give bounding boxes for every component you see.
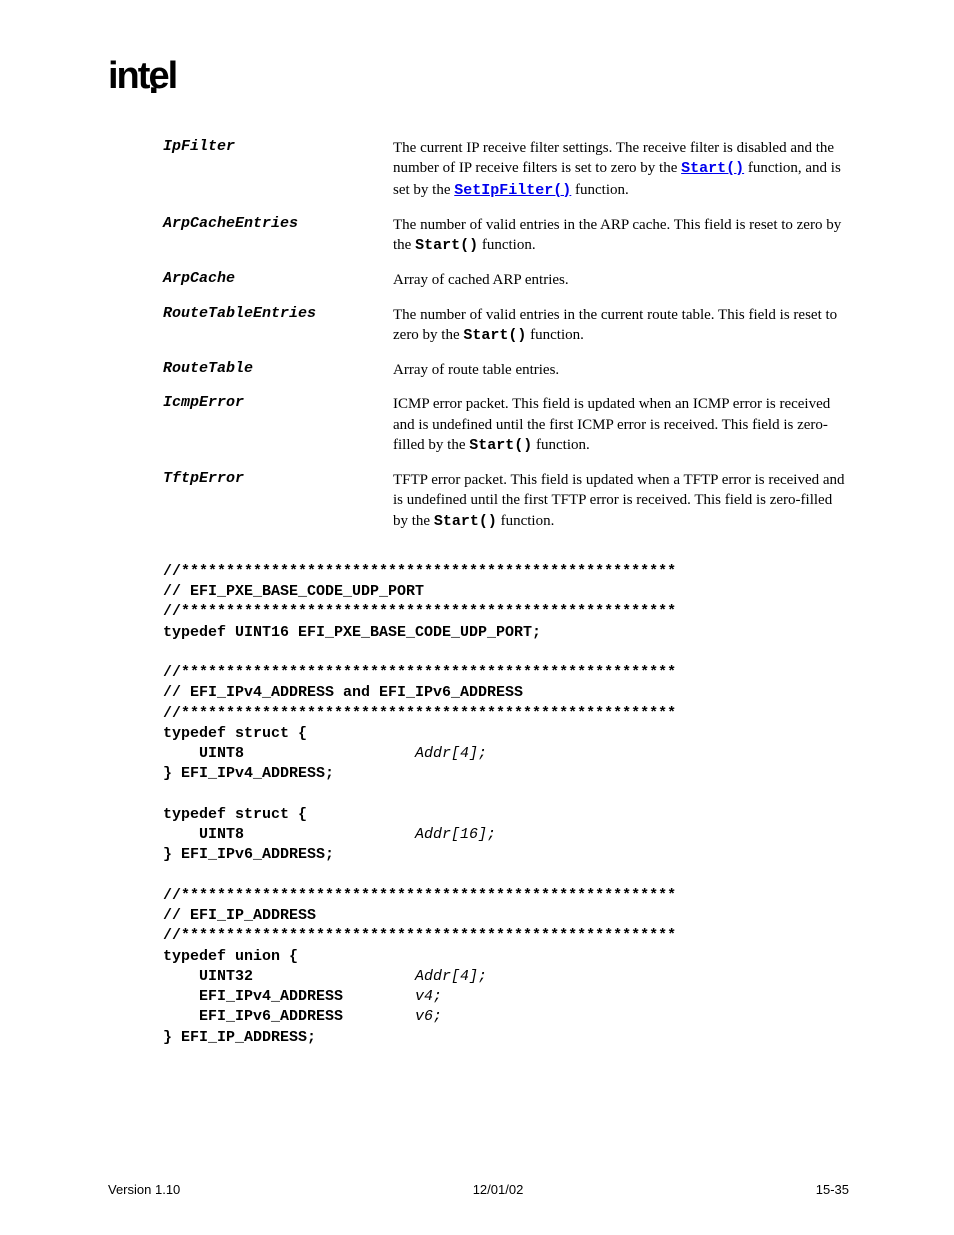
- footer-page: 15-35: [816, 1182, 849, 1197]
- def-row: TftpError TFTP error packet. This field …: [163, 470, 849, 532]
- def-term: TftpError: [163, 470, 393, 532]
- intel-logo: inte.l: [108, 55, 849, 98]
- def-row: RouteTable Array of route table entries.: [163, 360, 849, 380]
- def-row: ArpCacheEntries The number of valid entr…: [163, 215, 849, 257]
- def-term: IpFilter: [163, 138, 393, 201]
- page-footer: Version 1.10 12/01/02 15-35: [108, 1182, 849, 1197]
- def-desc: The number of valid entries in the curre…: [393, 305, 849, 347]
- code-block: //**************************************…: [163, 562, 849, 1048]
- def-row: ArpCache Array of cached ARP entries.: [163, 270, 849, 290]
- def-term: IcmpError: [163, 394, 393, 456]
- def-row: IcmpError ICMP error packet. This field …: [163, 394, 849, 456]
- def-desc: Array of cached ARP entries.: [393, 270, 849, 290]
- def-term: ArpCache: [163, 270, 393, 290]
- def-term: RouteTable: [163, 360, 393, 380]
- def-row: RouteTableEntries The number of valid en…: [163, 305, 849, 347]
- def-desc: The current IP receive filter settings. …: [393, 138, 849, 201]
- def-desc: TFTP error packet. This field is updated…: [393, 470, 849, 532]
- def-desc: Array of route table entries.: [393, 360, 849, 380]
- definition-list: IpFilter The current IP receive filter s…: [163, 138, 849, 532]
- def-row: IpFilter The current IP receive filter s…: [163, 138, 849, 201]
- def-desc: ICMP error packet. This field is updated…: [393, 394, 849, 456]
- footer-date: 12/01/02: [473, 1182, 524, 1197]
- footer-version: Version 1.10: [108, 1182, 180, 1197]
- def-desc: The number of valid entries in the ARP c…: [393, 215, 849, 257]
- def-term: ArpCacheEntries: [163, 215, 393, 257]
- def-term: RouteTableEntries: [163, 305, 393, 347]
